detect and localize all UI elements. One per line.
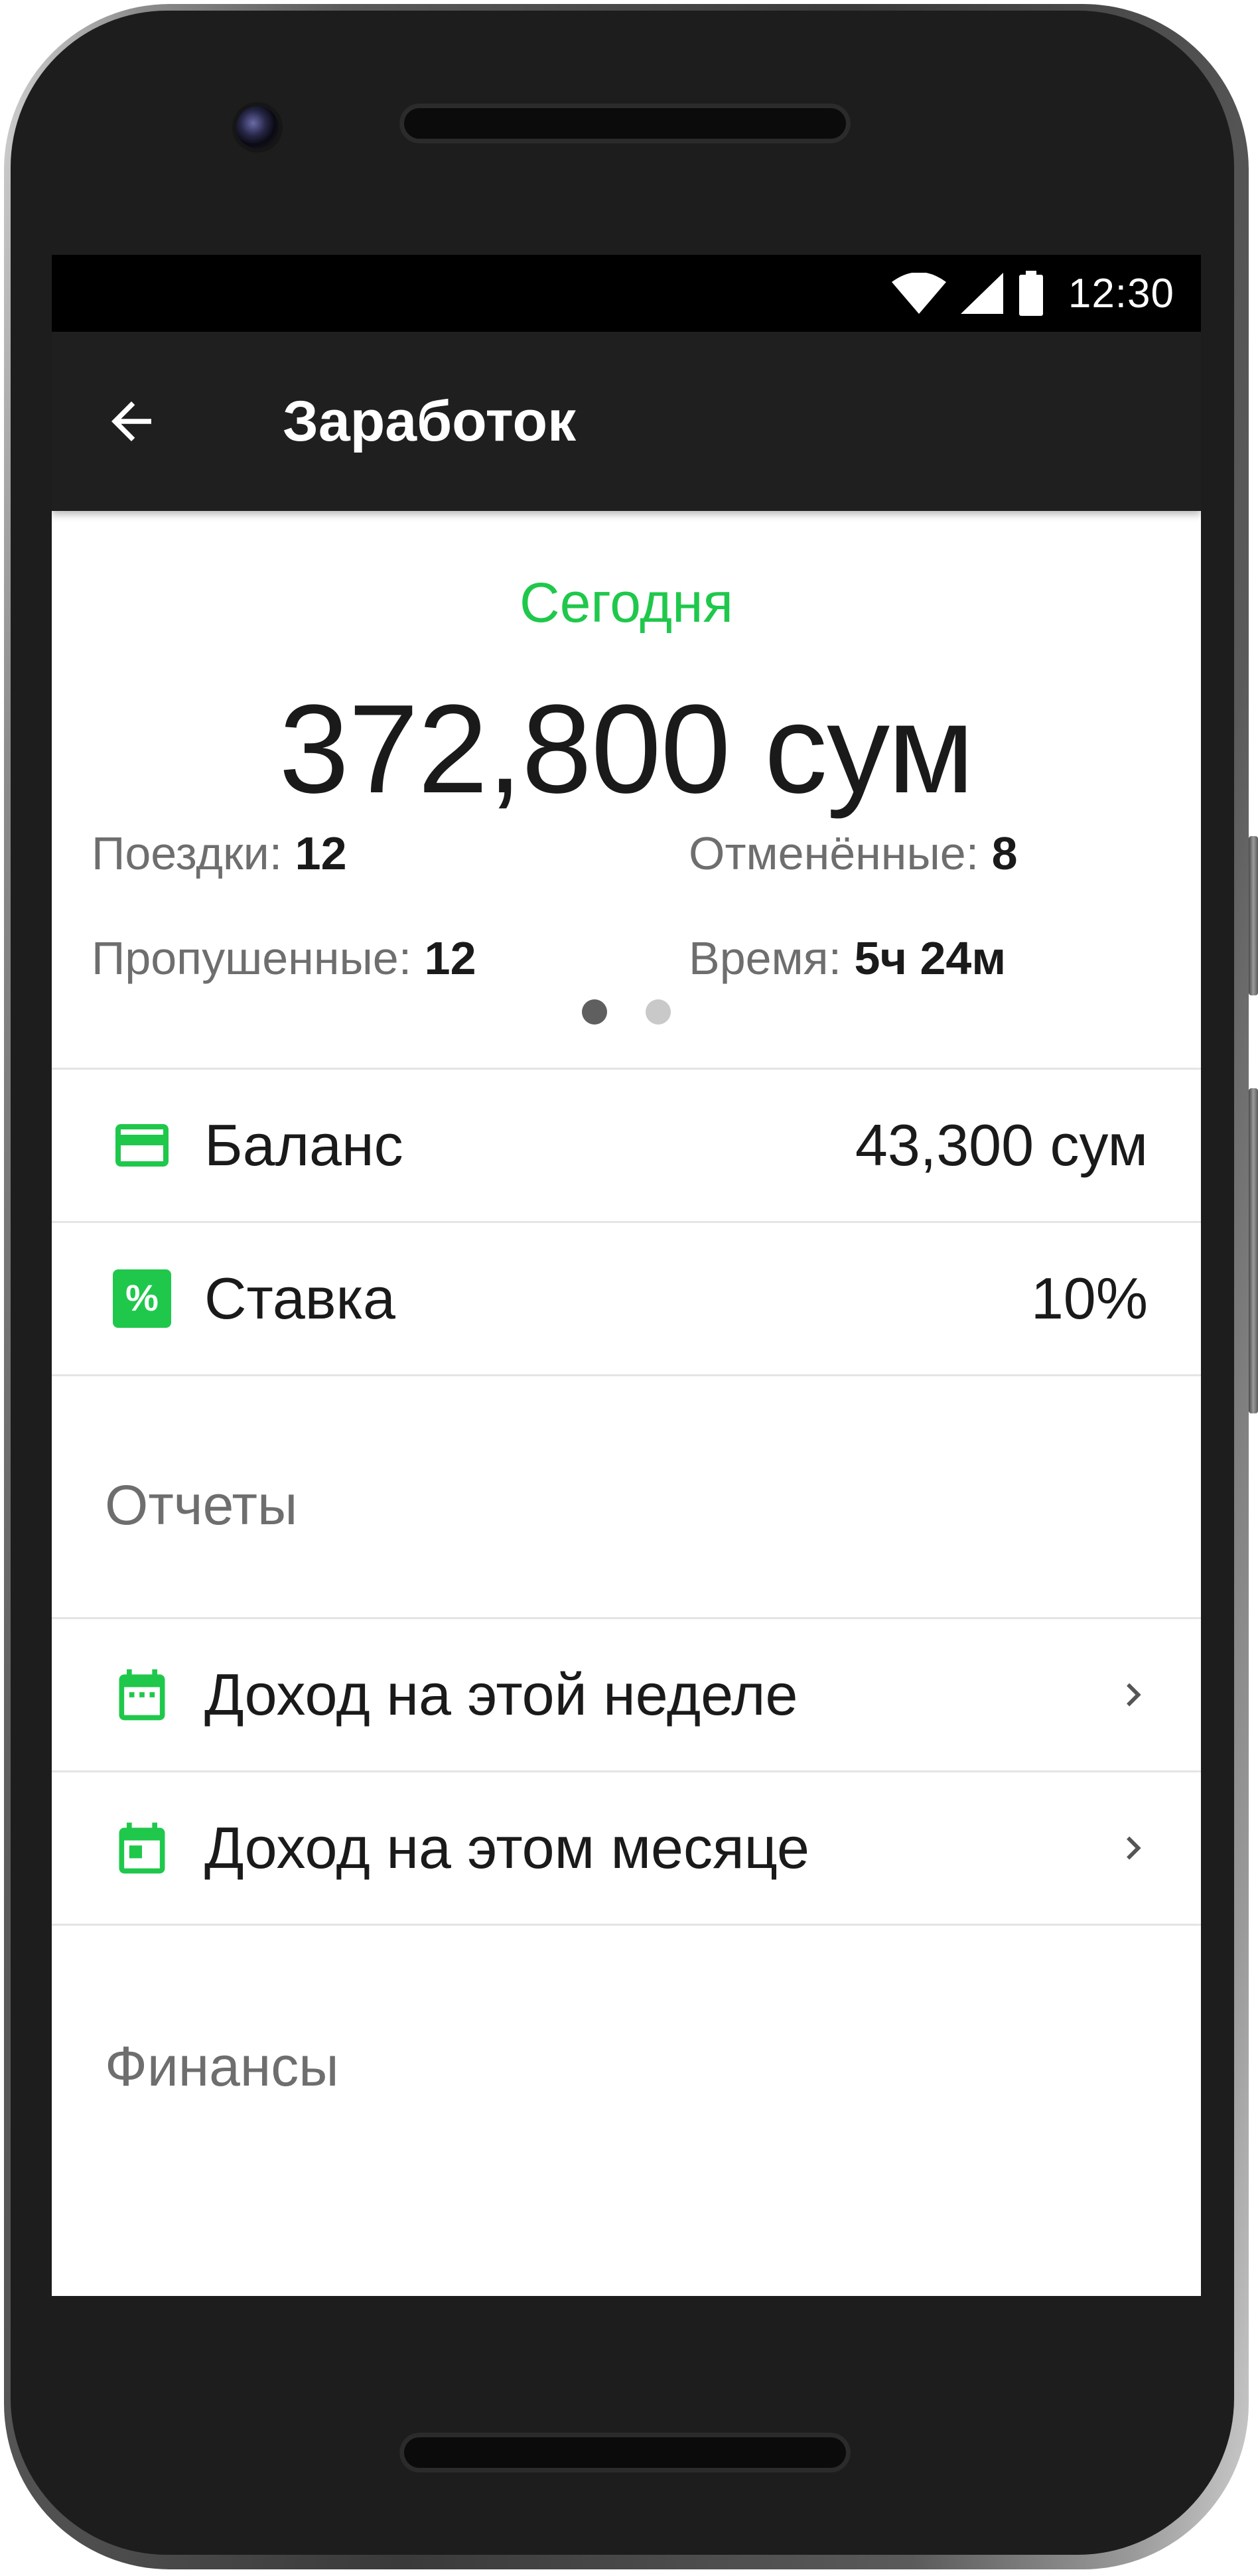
rate-value: 10%: [1030, 1265, 1148, 1331]
rate-row[interactable]: % Ставка 10%: [52, 1223, 1201, 1374]
reports-section-title: Отчеты: [105, 1474, 298, 1536]
divider: [52, 1924, 1201, 1926]
arrow-left-icon: [111, 401, 151, 441]
credit-card-icon: [110, 1113, 174, 1177]
stat-cancelled: Отменённые: 8: [689, 827, 1018, 880]
balance-value: 43,300 сум: [855, 1112, 1148, 1178]
weekly-income-label: Доход на этой неделе: [204, 1662, 798, 1727]
stat-value: 12: [295, 827, 347, 879]
cellular-signal-icon: [960, 273, 1003, 314]
balance-label: Баланс: [204, 1112, 403, 1178]
stat-time: Время: 5ч 24м: [689, 932, 1006, 985]
earpiece-speaker: [399, 104, 851, 143]
chevron-right-icon: [1107, 1822, 1160, 1875]
power-button: [1249, 1088, 1258, 1413]
page-dot-2[interactable]: [646, 999, 671, 1025]
stat-label: Поездки:: [92, 827, 283, 879]
stat-missed: Пропушенные: 12: [92, 932, 476, 985]
page-dot-1[interactable]: [582, 999, 607, 1025]
back-button[interactable]: [92, 382, 171, 461]
stat-label: Отменённые:: [689, 827, 979, 879]
status-time: 12:30: [1068, 270, 1174, 317]
weekly-income-row[interactable]: Доход на этой неделе: [52, 1619, 1201, 1770]
status-bar: 12:30: [52, 255, 1201, 332]
stat-value: 5ч 24м: [854, 932, 1007, 984]
calendar-week-icon: [110, 1663, 174, 1727]
calendar-month-icon: [110, 1816, 174, 1880]
wifi-icon: [891, 273, 946, 314]
monthly-income-label: Доход на этом месяце: [204, 1815, 809, 1881]
finances-section-title: Финансы: [105, 2035, 339, 2098]
rate-label: Ставка: [204, 1265, 395, 1331]
stat-trips: Поездки: 12: [92, 827, 347, 880]
app-bar: Заработок: [52, 332, 1201, 511]
status-icons: 12:30: [891, 255, 1174, 332]
balance-row[interactable]: Баланс 43,300 сум: [52, 1070, 1201, 1221]
front-camera: [236, 106, 279, 149]
stat-value: 12: [424, 932, 476, 984]
svg-text:%: %: [125, 1277, 159, 1319]
divider: [52, 1374, 1201, 1376]
chevron-right-icon: [1107, 1668, 1160, 1721]
bottom-speaker: [399, 2433, 851, 2472]
page-indicator[interactable]: [52, 999, 1201, 1025]
earnings-amount: 372,800 сум: [279, 679, 974, 820]
period-label: Сегодня: [520, 571, 733, 634]
battery-icon: [1018, 271, 1043, 316]
stat-label: Время:: [689, 932, 842, 984]
monthly-income-row[interactable]: Доход на этом месяце: [52, 1772, 1201, 1924]
stat-label: Пропушенные:: [92, 932, 412, 984]
percent-icon: %: [110, 1267, 174, 1330]
page-title: Заработок: [283, 390, 577, 453]
volume-button: [1249, 836, 1258, 995]
stat-value: 8: [991, 827, 1018, 879]
screen: 12:30 Заработок Сегодня 372,800 сум Поез…: [52, 255, 1201, 2296]
